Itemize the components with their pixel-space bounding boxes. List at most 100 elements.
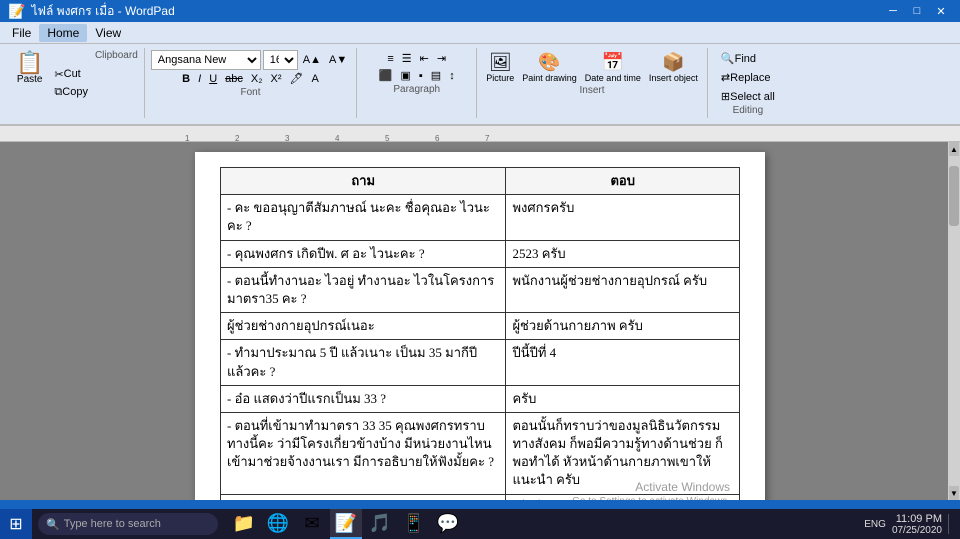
subscript-button[interactable]: X₂ xyxy=(248,71,266,87)
taskbar-language: ENG xyxy=(864,519,886,530)
date-time-button[interactable]: 📅Date and time xyxy=(582,50,644,85)
menu-file[interactable]: File xyxy=(4,24,39,42)
font-size-select[interactable]: 16 12 14 18 xyxy=(263,50,298,70)
taskbar-apps: 📁 🌐 ✉ 📝 🎵 📱 💬 xyxy=(228,509,464,539)
grow-font-button[interactable]: A▲ xyxy=(300,52,324,68)
document-area: ถาม ตอบ - คะ ขออนุญาตีสัมภาษณ์ นะคะ ชื่อ… xyxy=(0,142,960,500)
select-all-button[interactable]: ⊞ Select all xyxy=(718,88,778,105)
taskbar-time: 11:09 PM xyxy=(892,513,942,525)
paint-drawing-button[interactable]: 🎨Paint drawing xyxy=(519,50,580,85)
table-cell-question: - อ๋อ แสดงว่าปีแรกเป็นม 33 ? xyxy=(221,385,506,412)
menu-view[interactable]: View xyxy=(87,24,129,42)
insert-tools: 🖼Picture 🎨Paint drawing 📅Date and time 📦… xyxy=(483,50,701,85)
cut-button[interactable]: ✂ Cut xyxy=(51,66,91,83)
underline-button[interactable]: U xyxy=(206,71,220,87)
taskbar-app-spotify[interactable]: 🎵 xyxy=(364,509,396,539)
table-cell-question: ผู้ช่วยช่างกายอุปกรณ์เนอะ xyxy=(221,313,506,340)
font-controls-row2: B I U abc X₂ X² 🖊 A xyxy=(179,70,322,87)
show-desktop-button[interactable] xyxy=(948,514,952,534)
justify-button[interactable]: ▤ xyxy=(428,67,444,84)
table-cell-answer: พงศกรครับ xyxy=(506,195,740,240)
editing-label: Editing xyxy=(714,105,782,116)
picture-button[interactable]: 🖼Picture xyxy=(483,50,517,85)
font-group-label: Font xyxy=(151,87,350,98)
table-row: - คะ มูลนิธินวัตกรรมทางสังคม มีคนมาบอกเล… xyxy=(221,494,740,500)
align-center-button[interactable]: ▣ xyxy=(397,67,413,84)
copy-button[interactable]: ⧉ Copy xyxy=(51,84,91,101)
paragraph-row1: ≡ ☰ ⇤ ⇥ xyxy=(384,50,449,67)
table-cell-answer: 2523 ครับ xyxy=(506,240,740,267)
numbering-button[interactable]: ☰ xyxy=(399,50,415,67)
editing-group: 🔍 Find ⇄ Replace ⊞ Select all Editing xyxy=(708,48,788,118)
close-button[interactable]: ✕ xyxy=(930,2,952,20)
table-row: - คุณพงศกร เกิดปีพ. ศ อะ ไวนะคะ ? 2523 ค… xyxy=(221,240,740,267)
menu-home[interactable]: Home xyxy=(39,24,87,42)
clipboard-small-buttons: ✂ Cut ⧉ Copy xyxy=(51,50,91,116)
font-controls-row1: Angsana New Arial Times New Roman 16 12 … xyxy=(151,50,350,70)
table-cell-question: - ทำมาประมาณ 5 ปี แล้วเนาะ เป็นม 35 มากี… xyxy=(221,340,506,385)
table-header-question: ถาม xyxy=(221,168,506,195)
start-button[interactable]: ⊞ xyxy=(0,509,32,539)
align-right-button[interactable]: ▪ xyxy=(416,68,426,84)
line-spacing-button[interactable]: ↕ xyxy=(446,68,458,84)
font-color-button[interactable]: A xyxy=(308,71,321,87)
paste-button[interactable]: 📋 Paste xyxy=(12,50,47,116)
highlight-button[interactable]: 🖊 xyxy=(287,70,307,87)
scroll-up-button[interactable]: ▲ xyxy=(949,142,959,156)
insert-object-button[interactable]: 📦Insert object xyxy=(646,50,701,85)
table-cell-answer: ผู้ช่วยด้านกายภาพ ครับ xyxy=(506,313,740,340)
scroll-down-button[interactable]: ▼ xyxy=(949,486,959,500)
bullets-button[interactable]: ≡ xyxy=(384,51,396,67)
italic-button[interactable]: I xyxy=(195,71,204,87)
font-name-select[interactable]: Angsana New Arial Times New Roman xyxy=(151,50,261,70)
copy-icon: ⧉ xyxy=(54,86,62,99)
paragraph-row2: ⬛ ▣ ▪ ▤ ↕ xyxy=(376,67,458,84)
taskbar-search[interactable]: 🔍 Type here to search xyxy=(38,513,218,535)
table-row: - ตอนที่เข้ามาทำมาตรา 33 35 คุณพงศกรทราบ… xyxy=(221,412,740,494)
table-cell-answer: พนักงานผู้ช่วยช่างกายอุปกรณ์ ครับ xyxy=(506,267,740,312)
taskbar-right: ENG 11:09 PM 07/25/2020 xyxy=(864,513,960,536)
paste-icon: 📋 xyxy=(16,52,43,74)
font-group: Angsana New Arial Times New Roman 16 12 … xyxy=(145,48,357,118)
align-left-button[interactable]: ⬛ xyxy=(376,67,396,84)
minimize-button[interactable]: ─ xyxy=(882,2,904,20)
taskbar-app-line[interactable]: 💬 xyxy=(432,509,464,539)
strikethrough-button[interactable]: abc xyxy=(222,71,246,87)
maximize-button[interactable]: □ xyxy=(906,2,928,20)
shrink-font-button[interactable]: A▼ xyxy=(326,52,350,68)
replace-icon: ⇄ xyxy=(721,71,730,84)
title-bar: 📝 ไฟล์ พงศกร เมื่อ - WordPad ─ □ ✕ xyxy=(0,0,960,22)
taskbar-app-mail[interactable]: ✉ xyxy=(296,509,328,539)
replace-button[interactable]: ⇄ Replace xyxy=(718,69,774,86)
taskbar-app-edge[interactable]: 🌐 xyxy=(262,509,294,539)
ribbon: 📋 Paste ✂ Cut ⧉ Copy Clipboard Angsana N… xyxy=(0,44,960,126)
find-button[interactable]: 🔍 Find xyxy=(718,50,759,67)
title-bar-left: 📝 ไฟล์ พงศกร เมื่อ - WordPad xyxy=(8,2,175,21)
bold-button[interactable]: B xyxy=(179,71,193,87)
search-icon: 🔍 xyxy=(46,518,60,531)
paste-label: Paste xyxy=(17,74,43,85)
taskbar-clock[interactable]: 11:09 PM 07/25/2020 xyxy=(892,513,942,536)
editing-tools: 🔍 Find ⇄ Replace ⊞ Select all xyxy=(718,50,778,105)
window-controls: ─ □ ✕ xyxy=(882,2,952,20)
taskbar: ⊞ 🔍 Type here to search 📁 🌐 ✉ 📝 🎵 📱 💬 EN… xyxy=(0,509,960,539)
document-table: ถาม ตอบ - คะ ขออนุญาตีสัมภาษณ์ นะคะ ชื่อ… xyxy=(220,167,740,500)
table-cell-question: - คุณพงศกร เกิดปีพ. ศ อะ ไวนะคะ ? xyxy=(221,240,506,267)
taskbar-app-explorer[interactable]: 📁 xyxy=(228,509,260,539)
paragraph-label: Paragraph xyxy=(363,84,470,95)
ruler: 1 2 3 4 5 6 7 xyxy=(0,126,960,142)
superscript-button[interactable]: X² xyxy=(268,71,285,87)
increase-indent-button[interactable]: ⇥ xyxy=(434,50,449,67)
select-all-icon: ⊞ xyxy=(721,90,730,103)
clipboard-label: Clipboard xyxy=(95,50,138,116)
table-row: - ตอนนี้ทำงานอะ ไวอยู่ ทำงานอะ ไวในโครงก… xyxy=(221,267,740,312)
scroll-thumb[interactable] xyxy=(949,166,959,226)
page: ถาม ตอบ - คะ ขออนุญาตีสัมภาษณ์ นะคะ ชื่อ… xyxy=(195,152,765,500)
table-row: ผู้ช่วยช่างกายอุปกรณ์เนอะ ผู้ช่วยด้านกาย… xyxy=(221,313,740,340)
decrease-indent-button[interactable]: ⇤ xyxy=(417,50,432,67)
taskbar-app-phone[interactable]: 📱 xyxy=(398,509,430,539)
scroll-track[interactable] xyxy=(949,156,959,486)
window-title: ไฟล์ พงศกร เมื่อ - WordPad xyxy=(31,2,174,21)
vertical-scrollbar[interactable]: ▲ ▼ xyxy=(948,142,960,500)
taskbar-app-wordpad[interactable]: 📝 xyxy=(330,509,362,539)
